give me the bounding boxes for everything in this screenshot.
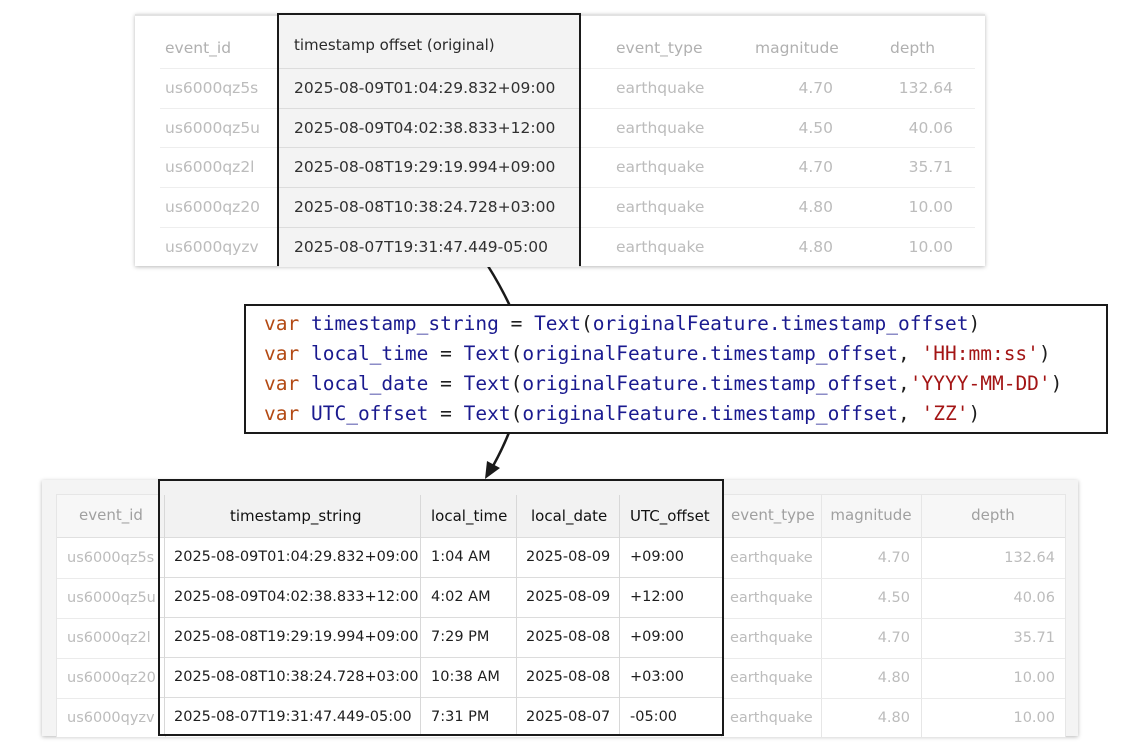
code-variable: local_time [310,342,429,365]
code-argument: originalFeature.timestamp_offset [592,312,969,335]
highlighted-timestamp-column: timestamp offset (original) 2025-08-09T0… [277,13,581,267]
table-row: 2025-08-07T19:31:47.449-05:00 [279,227,579,267]
bottom-cell-timestamp-string: 2025-08-09T01:04:29.832+09:00 [174,549,419,565]
bottom-cell-utc-offset: +09:00 [630,549,684,565]
table-row: 2025-08-08T19:29:19.994+09:00 [279,147,579,187]
top-cell-timestamp: 2025-08-07T19:31:47.449-05:00 [294,238,548,256]
bottom-cell-local-time: 7:31 PM [431,709,490,725]
code-keyword: var [264,312,300,335]
bottom-cell-local-time: 4:02 AM [431,589,491,605]
code-separator: , [898,342,922,365]
code-argument: originalFeature.timestamp_offset [522,372,899,395]
code-variable: UTC_offset [310,402,429,425]
table-row: 2025-08-09T01:04:29.832+09:00 [279,68,579,108]
code-format-string: 'ZZ' [921,402,969,425]
code-paren: ) [968,312,981,335]
code-variable: local_date [310,372,429,395]
code-format-string: 'YYYY-MM-DD' [909,372,1051,395]
column-divider [619,495,620,734]
top-header-timestamp-offset: timestamp offset (original) [294,36,495,54]
code-paren: ) [968,402,981,425]
table-row: 2025-08-09T04:02:38.833+12:00 [279,108,579,148]
code-format-string: 'HH:mm:ss' [921,342,1039,365]
column-divider [164,495,165,734]
code-line: var local_time = Text(originalFeature.ti… [264,342,1051,365]
code-keyword: var [264,372,300,395]
code-separator: , [898,402,922,425]
table-row: 2025-08-08T10:38:24.728+03:00 [279,187,579,227]
bottom-cell-local-time: 7:29 PM [431,629,490,645]
arcade-code-block: var timestamp_string = Text(originalFeat… [244,304,1108,434]
code-line: var timestamp_string = Text(originalFeat… [264,312,981,335]
code-line: var local_date = Text(originalFeature.ti… [264,372,1063,395]
code-line: var UTC_offset = Text(originalFeature.ti… [264,402,981,425]
bottom-cell-utc-offset: +12:00 [630,589,684,605]
code-operator: = [498,312,535,335]
code-argument: originalFeature.timestamp_offset [522,402,899,425]
code-function: Text [463,372,511,395]
code-keyword: var [264,402,300,425]
top-cell-timestamp: 2025-08-09T01:04:29.832+09:00 [294,79,556,97]
code-keyword: var [264,342,300,365]
code-separator: , [898,372,910,395]
bottom-header-utc-offset: UTC_offset [630,507,710,525]
bottom-cell-timestamp-string: 2025-08-09T04:02:38.833+12:00 [174,589,419,605]
code-function: Text [463,402,511,425]
bottom-cell-utc-offset: +09:00 [630,629,684,645]
bottom-cell-local-date: 2025-08-08 [526,669,611,685]
code-variable: timestamp_string [310,312,499,335]
top-cell-timestamp: 2025-08-08T19:29:19.994+09:00 [294,158,556,176]
code-argument: originalFeature.timestamp_offset [522,342,899,365]
code-operator: = [428,402,464,425]
bottom-cell-local-time: 10:38 AM [431,669,500,685]
bottom-cell-local-date: 2025-08-08 [526,629,611,645]
code-operator: = [428,372,464,395]
code-function: Text [463,342,511,365]
arrow-table-to-code [486,265,512,307]
bottom-header-local-time: local_time [431,507,508,525]
bottom-cell-local-time: 1:04 AM [431,549,491,565]
bottom-cell-local-date: 2025-08-07 [526,709,611,725]
code-operator: = [428,342,464,365]
code-paren: ) [1050,372,1063,395]
bottom-header-local-date: local_date [531,507,608,525]
bottom-header-timestamp-string: timestamp_string [230,507,362,525]
bottom-cell-timestamp-string: 2025-08-08T10:38:24.728+03:00 [174,669,419,685]
code-function: Text [534,312,582,335]
top-cell-timestamp: 2025-08-09T04:02:38.833+12:00 [294,119,556,137]
column-divider [420,495,421,734]
top-cell-timestamp: 2025-08-08T10:38:24.728+03:00 [294,198,556,216]
bottom-cell-timestamp-string: 2025-08-07T19:31:47.449-05:00 [174,709,412,725]
bottom-cell-timestamp-string: 2025-08-08T19:29:19.994+09:00 [174,629,419,645]
column-divider [516,495,517,734]
arrowhead-icon [485,461,500,479]
highlighted-new-columns: timestamp_string local_time local_date U… [158,479,724,736]
arrow-code-to-table [491,429,512,467]
bottom-cell-local-date: 2025-08-09 [526,549,611,565]
bottom-cell-utc-offset: -05:00 [630,709,678,725]
code-paren: ) [1038,342,1051,365]
bottom-cell-local-date: 2025-08-09 [526,589,611,605]
bottom-cell-utc-offset: +03:00 [630,669,684,685]
